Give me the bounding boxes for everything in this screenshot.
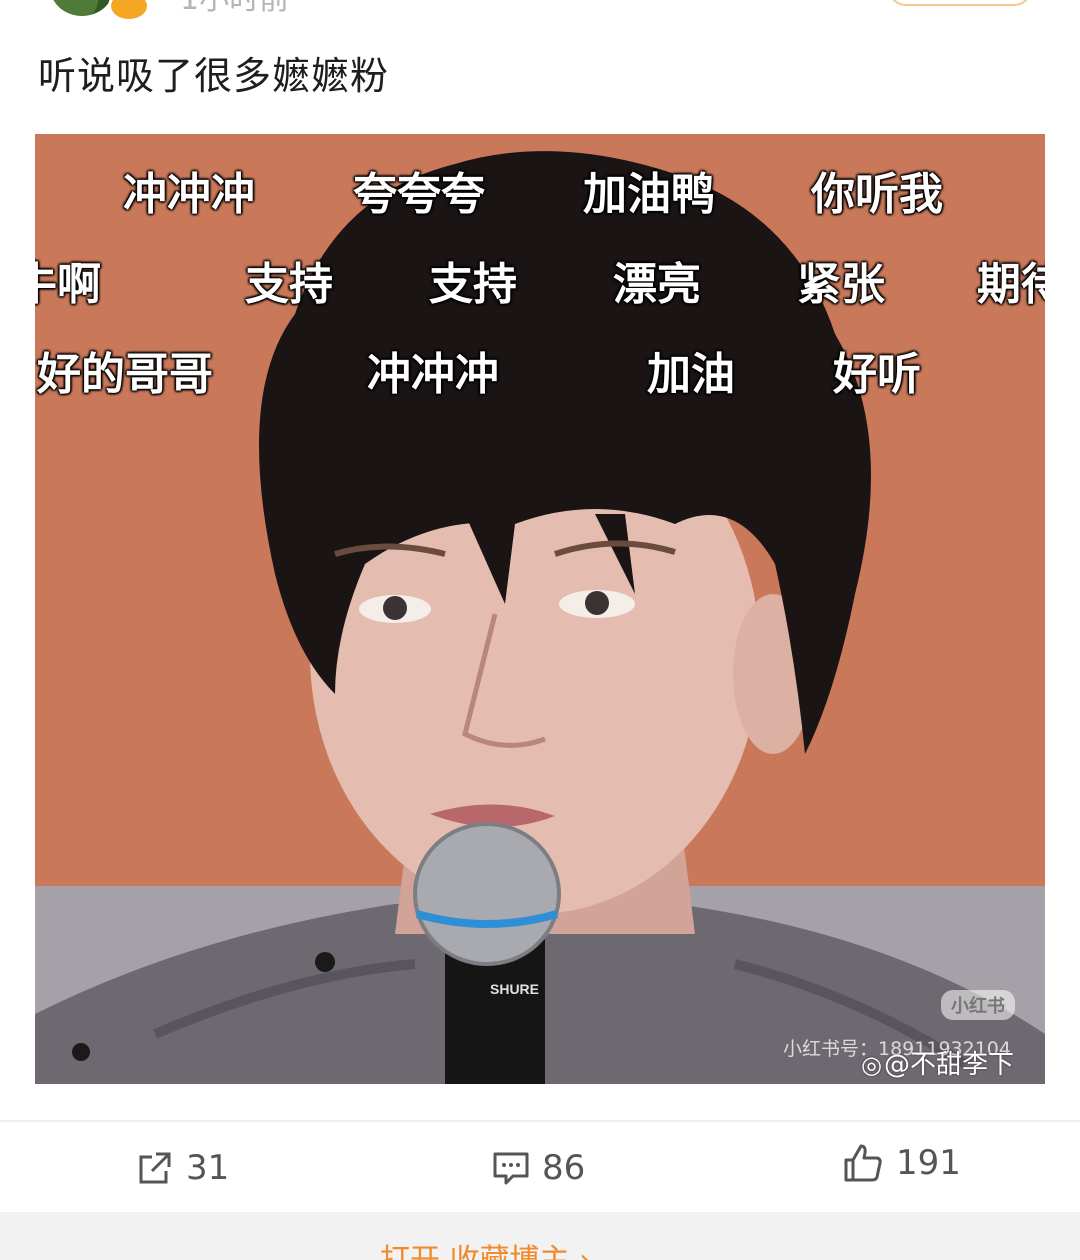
danmaku-comment: 紧张	[797, 259, 885, 310]
danmaku-comment: 好听	[833, 349, 921, 400]
open-app-link[interactable]: 打开 收藏博主 ›	[380, 1246, 591, 1260]
danmaku-comment: 支持	[429, 259, 517, 310]
danmaku-comment: 牛啊	[35, 259, 101, 310]
like-button[interactable]: 191	[842, 1140, 961, 1186]
danmaku-comment: 夸夸夸	[353, 169, 485, 220]
weibo-watermark: ◎@不甜李下	[861, 1044, 1014, 1081]
post-header: 1小时前	[0, 0, 1080, 22]
danmaku-comment: 期待	[977, 259, 1045, 310]
weibo-post-screen: 1小时前 听说吸了很多嬷嬷粉	[0, 0, 1080, 1260]
comment-button[interactable]: 86	[492, 1145, 585, 1191]
post-time: 1小时前	[180, 0, 289, 18]
comment-icon	[493, 1152, 529, 1185]
weibo-logo-icon: ◎	[861, 1051, 882, 1079]
danmaku-comment: 冲冲冲	[367, 349, 499, 400]
danmaku-comment: 加油	[647, 349, 735, 400]
verified-badge-icon	[108, 0, 150, 22]
weibo-watermark-text: @不甜李下	[883, 1050, 1014, 1080]
post-text: 听说吸了很多嬷嬷粉	[38, 54, 390, 98]
danmaku-comment: 漂亮	[613, 259, 701, 310]
danmaku-comment: 好的哥哥	[37, 349, 213, 400]
danmaku-comment: 加油鸭	[583, 169, 715, 220]
mic-brand: SHURE	[490, 981, 539, 997]
comment-count: 86	[542, 1148, 586, 1188]
follow-button[interactable]	[888, 0, 1032, 6]
xiaohongshu-watermark-badge: 小红书	[941, 990, 1015, 1020]
share-count: 31	[186, 1148, 230, 1188]
danmaku-comment: 支持	[245, 259, 333, 310]
post-image[interactable]: SHURE 冲冲冲 夸夸夸 加油鸭 你听我 牛啊 支持 支持 漂亮 紧张 期待 …	[35, 134, 1045, 1084]
danmaku-comment: 冲冲冲	[123, 169, 255, 220]
avatar[interactable]	[50, 0, 114, 16]
thumbs-up-icon	[844, 1144, 882, 1182]
photo-illustration: SHURE	[35, 134, 1045, 1084]
like-count: 191	[896, 1143, 961, 1183]
danmaku-comment: 你听我	[811, 169, 943, 220]
share-button[interactable]: 31	[136, 1145, 229, 1191]
share-icon	[139, 1152, 171, 1184]
divider	[0, 1120, 1080, 1122]
